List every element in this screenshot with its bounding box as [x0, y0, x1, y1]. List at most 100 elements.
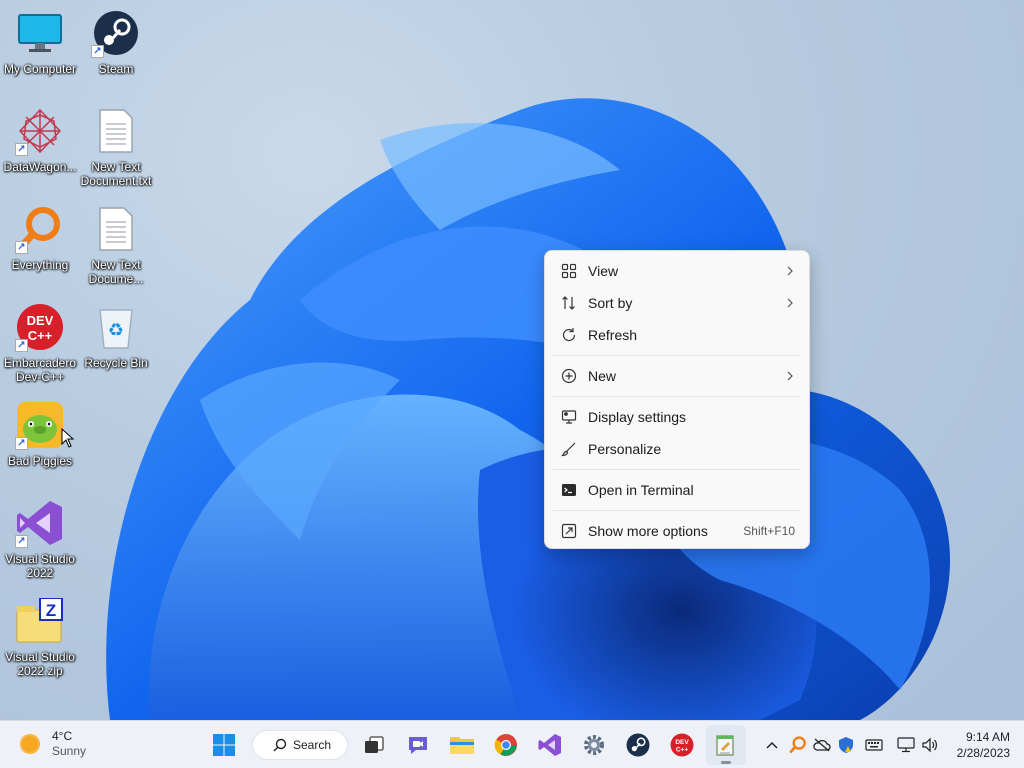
- steam-button[interactable]: [618, 725, 658, 765]
- svg-text:DEV: DEV: [675, 739, 689, 746]
- refresh-icon: [559, 325, 579, 345]
- recycle-bin-icon: ♻: [91, 302, 141, 352]
- keyboard-icon[interactable]: [864, 735, 884, 755]
- desktop-icon-label: New Text Docume...: [88, 258, 144, 286]
- steam-icon: ↗: [91, 8, 141, 58]
- volume-icon[interactable]: [920, 735, 940, 755]
- teams-chat-icon: [409, 737, 427, 754]
- svg-text:C++: C++: [28, 328, 53, 343]
- shortcut-arrow-icon: ↗: [15, 241, 28, 254]
- desktop-icon-steam[interactable]: ↗ Steam: [76, 8, 156, 100]
- sort-icon: [559, 293, 579, 313]
- devcpp-icon: DEV C++ ↗: [15, 302, 65, 352]
- svg-text:C++: C++: [676, 747, 688, 754]
- plus-circle-icon: [559, 366, 579, 386]
- taskbar-search[interactable]: Search: [252, 730, 348, 760]
- menu-item-view[interactable]: View: [545, 255, 809, 287]
- devcpp-icon: DEVC++: [670, 733, 694, 757]
- teams-chat-button[interactable]: [398, 725, 438, 765]
- menu-item-label: Refresh: [588, 327, 638, 343]
- desktop-icon-visual-studio-zip[interactable]: Z Visual Studio 2022.zip: [0, 596, 80, 688]
- everything-search-icon: ↗: [15, 204, 65, 254]
- menu-item-label: Personalize: [588, 441, 662, 457]
- active-window-indicator: [721, 761, 731, 764]
- zip-archive-icon: Z: [15, 596, 65, 646]
- desktop-icon-my-computer[interactable]: My Computer: [0, 8, 80, 100]
- settings-icon: [584, 735, 604, 755]
- terminal-icon: [559, 480, 579, 500]
- menu-item-open-in-terminal[interactable]: Open in Terminal: [545, 474, 809, 506]
- chrome-button[interactable]: [486, 725, 526, 765]
- clock-time: 9:14 AM: [965, 730, 1010, 744]
- menu-separator: [553, 396, 801, 397]
- desktop-icon-visual-studio[interactable]: ↗ Visual Studio 2022: [0, 498, 80, 590]
- taskbar: 4°C Sunny Search DEV C++ 9:14 AM 2/28/20…: [0, 720, 1024, 768]
- visual-studio-icon: [538, 734, 561, 756]
- desktop-icon-devcpp[interactable]: DEV C++ ↗ Embarcadero Dev-C++: [0, 302, 80, 394]
- desktop-context-menu: View Sort by Refresh New Display setting…: [544, 250, 810, 549]
- onedrive-icon[interactable]: [812, 735, 832, 755]
- shortcut-arrow-icon: ↗: [15, 437, 28, 450]
- desktop-icon-new-text-document-2[interactable]: New Text Docume...: [76, 204, 156, 296]
- desktop-icon-label: DataWagon...: [3, 160, 77, 174]
- svg-text:♻: ♻: [108, 320, 124, 341]
- desktop-icon-everything[interactable]: ↗ Everything: [0, 204, 80, 296]
- settings-button[interactable]: [574, 725, 614, 765]
- desktop-icon-label: Visual Studio 2022: [5, 552, 75, 580]
- network-icon[interactable]: [896, 735, 916, 755]
- menu-item-display-settings[interactable]: Display settings: [545, 401, 809, 433]
- brush-icon: [559, 439, 579, 459]
- shortcut-arrow-icon: ↗: [15, 339, 28, 352]
- more-options-icon: [559, 521, 579, 541]
- notepad-button[interactable]: [706, 725, 746, 765]
- chevron-right-icon: [787, 298, 793, 308]
- display-icon: [559, 407, 579, 427]
- defender-icon[interactable]: [836, 735, 856, 755]
- menu-item-refresh[interactable]: Refresh: [545, 319, 809, 351]
- devcpp-button[interactable]: DEV C++: [662, 725, 702, 765]
- text-file-icon: [91, 106, 141, 156]
- svg-text:DEV: DEV: [27, 313, 54, 328]
- menu-separator: [553, 510, 801, 511]
- menu-item-label: View: [588, 263, 619, 279]
- search-icon: [273, 738, 287, 752]
- start-icon: [213, 734, 235, 756]
- menu-item-label: Open in Terminal: [588, 482, 694, 498]
- datawagon-icon: ↗: [15, 106, 65, 156]
- task-view-button[interactable]: [354, 725, 394, 765]
- menu-item-accelerator: Shift+F10: [743, 524, 795, 538]
- menu-item-personalize[interactable]: Personalize: [545, 433, 809, 465]
- shortcut-arrow-icon: ↗: [15, 143, 28, 156]
- svg-text:Z: Z: [46, 601, 56, 620]
- desktop-icon-label: Bad Piggies: [7, 454, 73, 468]
- file-explorer-icon: [450, 737, 474, 754]
- shortcut-arrow-icon: ↗: [91, 45, 104, 58]
- start-button[interactable]: [204, 725, 244, 765]
- chrome-icon: [494, 734, 517, 756]
- menu-item-label: Display settings: [588, 409, 687, 425]
- notepad-icon: [716, 735, 734, 756]
- chevron-up-icon[interactable]: [762, 735, 782, 755]
- grid-icon: [559, 261, 579, 281]
- file-explorer-button[interactable]: [442, 725, 482, 765]
- steam-icon: [626, 733, 650, 757]
- text-file-icon: [91, 204, 141, 254]
- taskbar-clock[interactable]: 9:14 AM 2/28/2023: [957, 729, 1010, 761]
- desktop-icon-label: Steam: [98, 62, 134, 76]
- menu-item-label: Show more options: [588, 523, 708, 539]
- desktop-icon-recycle-bin[interactable]: ♻ Recycle Bin: [76, 302, 156, 394]
- everything-search-icon[interactable]: [788, 735, 808, 755]
- mouse-cursor: [61, 428, 75, 448]
- menu-item-show-more-options[interactable]: Show more options Shift+F10: [545, 515, 809, 547]
- menu-item-sort-by[interactable]: Sort by: [545, 287, 809, 319]
- weather-temperature: 4°C: [52, 729, 73, 743]
- menu-item-new[interactable]: New: [545, 360, 809, 392]
- desktop-icon-datawagon[interactable]: ↗ DataWagon...: [0, 106, 80, 198]
- visual-studio-button[interactable]: [530, 725, 570, 765]
- chevron-right-icon: [787, 266, 793, 276]
- desktop-icon-new-text-document[interactable]: New Text Document.txt: [76, 106, 156, 198]
- task-view-icon: [365, 736, 384, 753]
- weather-widget[interactable]: 4°C Sunny: [20, 729, 86, 759]
- sun-icon: [20, 734, 40, 754]
- weather-condition: Sunny: [52, 744, 87, 758]
